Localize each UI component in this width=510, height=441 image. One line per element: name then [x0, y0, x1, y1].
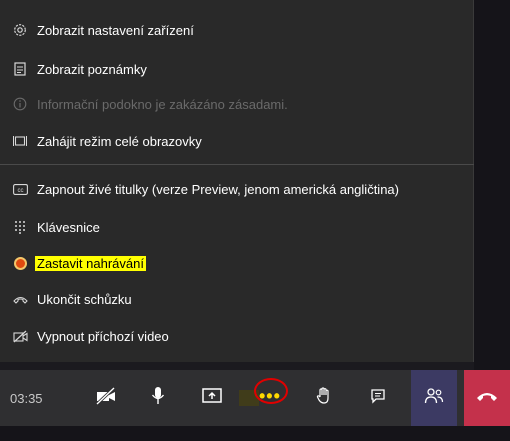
menu-item-label: Zahájit režim celé obrazovky — [37, 133, 202, 149]
captions-icon: cc — [12, 181, 28, 197]
menu-item-end-meeting[interactable]: Ukončit schůzku — [0, 282, 474, 316]
microphone-button[interactable] — [140, 370, 176, 426]
camera-toggle-button[interactable] — [86, 370, 126, 426]
meeting-timer: 03:35 — [10, 390, 43, 406]
menu-item-label: Informační podokno je zakázáno zásadami. — [37, 96, 288, 112]
info-icon — [12, 96, 28, 112]
menu-item-label: Zapnout živé titulky (verze Preview, jen… — [37, 181, 399, 197]
menu-item-label: Zobrazit poznámky — [37, 61, 147, 77]
hand-icon — [316, 386, 332, 410]
more-actions-button[interactable]: ••• — [259, 386, 281, 407]
more-actions-menu: Zobrazit nastavení zařízení Zobrazit poz… — [0, 0, 474, 362]
menu-item-keypad[interactable]: Klávesnice — [0, 210, 474, 244]
share-screen-icon — [202, 387, 222, 409]
meeting-toolbar: 03:35 ••• — [0, 370, 510, 426]
menu-item-label: Klávesnice — [37, 219, 100, 235]
notes-icon — [12, 61, 28, 77]
backdrop — [474, 0, 510, 370]
raise-hand-button[interactable] — [306, 370, 342, 426]
chat-icon — [370, 388, 386, 409]
gear-icon — [12, 22, 28, 38]
share-screen-button[interactable] — [194, 370, 230, 426]
menu-item-label: Zobrazit nastavení zařízení — [37, 22, 194, 38]
menu-item-stop-recording[interactable]: Zastavit nahrávání — [0, 246, 474, 280]
menu-item-fullscreen[interactable]: Zahájit režim celé obrazovky — [0, 124, 474, 158]
microphone-icon — [151, 386, 165, 411]
hang-up-button[interactable] — [464, 370, 510, 426]
fullscreen-icon — [12, 133, 28, 149]
end-meeting-icon — [12, 291, 28, 307]
svg-text:cc: cc — [17, 188, 23, 194]
menu-item-info-pane-disabled: Informační podokno je zakázáno zásadami. — [0, 87, 474, 121]
participants-button[interactable] — [411, 370, 457, 426]
menu-separator — [0, 164, 474, 165]
menu-item-live-captions[interactable]: cc Zapnout živé titulky (verze Preview, … — [0, 172, 474, 206]
menu-item-label: Vypnout příchozí video — [37, 328, 169, 344]
hang-up-icon — [476, 389, 498, 407]
people-icon — [424, 387, 444, 410]
menu-item-device-settings[interactable]: Zobrazit nastavení zařízení — [0, 13, 474, 47]
menu-item-show-notes[interactable]: Zobrazit poznámky — [0, 52, 474, 86]
camera-off-icon — [95, 386, 117, 410]
keypad-icon — [12, 219, 28, 235]
menu-item-incoming-video-off[interactable]: Vypnout příchozí video — [0, 319, 474, 353]
menu-item-label: Zastavit nahrávání — [35, 255, 146, 271]
video-off-icon — [12, 328, 28, 344]
bottom-strip — [0, 426, 510, 441]
chat-button[interactable] — [360, 370, 396, 426]
record-stop-icon — [12, 255, 28, 271]
menu-item-label: Ukončit schůzku — [37, 291, 132, 307]
